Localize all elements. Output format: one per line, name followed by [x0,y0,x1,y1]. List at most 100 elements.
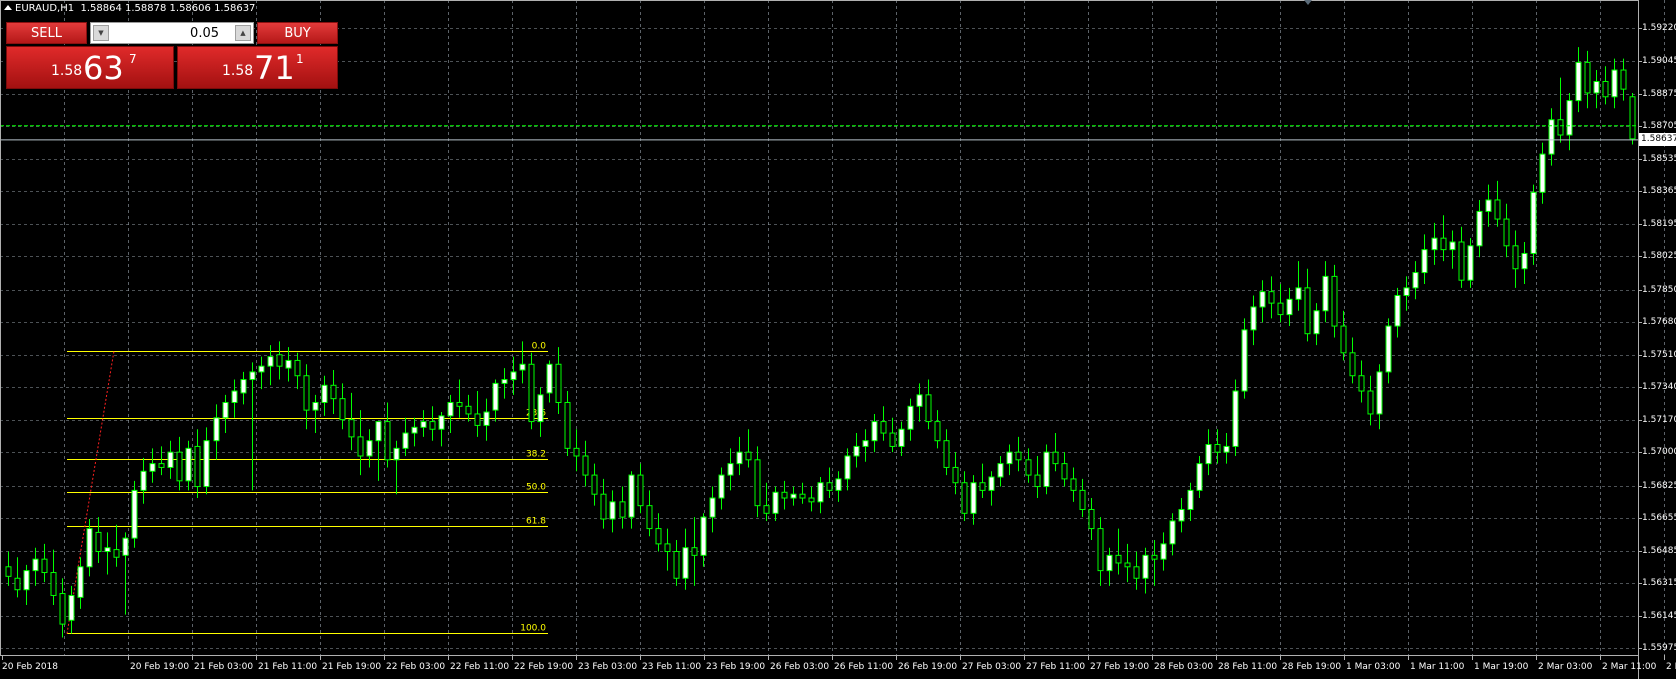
candle [1133,551,1140,590]
bull-candle-body [700,516,707,556]
candle [1467,238,1474,288]
candle [808,486,815,512]
time-tick-label: 26 Feb 19:00 [898,662,958,672]
bull-candle-body [1476,210,1483,247]
bear-candle-body [528,363,535,423]
bull-candle-body [1295,287,1302,300]
bull-candle-body [835,478,842,491]
bull-candle-body [1160,543,1167,560]
candle [1421,234,1428,285]
candle [1070,467,1077,502]
price-tick-label: 1.58875 [1642,88,1676,99]
volume-decrease-button[interactable]: ▼ [93,25,109,41]
candle [1593,70,1600,109]
bear-candle-body [303,375,310,411]
bear-candle-body [294,359,301,377]
candle [772,486,779,521]
collapse-triangle-icon[interactable] [4,5,12,10]
bull-candle-body [1431,237,1438,251]
bear-candle-body [1440,237,1447,251]
candle [943,429,950,476]
price-tick-label: 1.56315 [1642,577,1676,588]
bear-candle-body [934,421,941,442]
bull-candle-body [1593,80,1600,94]
bull-candle-body [86,528,93,568]
time-tick-label: 27 Feb 19:00 [1090,662,1150,672]
candle [1079,478,1086,518]
candle [1160,532,1167,571]
candle [41,543,48,583]
price-tick-label: 1.56825 [1642,480,1676,491]
bull-candle-body [321,384,328,403]
time-tick-label: 26 Feb 03:00 [770,662,830,672]
bear-candle-body [745,451,752,461]
bear-candle-body [1070,478,1077,491]
candle [970,475,977,525]
bull-candle-body [1006,451,1013,465]
bull-candle-body [312,401,319,411]
candle [1034,455,1041,499]
price-tick-label: 1.59220 [1642,22,1676,33]
bull-candle-body [420,421,427,428]
bear-candle-body [925,394,932,423]
candle [1367,375,1374,426]
bear-candle-body [1367,390,1374,415]
buy-button[interactable]: BUY [257,22,338,44]
candle [1494,180,1501,227]
bull-candle-body [1394,294,1401,327]
candle [619,486,626,529]
bear-candle-body [673,551,680,579]
bull-candle-body [1178,508,1185,522]
ohlc-label: 1.58864 1.58878 1.58606 1.58637 [80,3,256,14]
fib-level-label: 61.8 [526,517,546,527]
bear-candle-body [1052,451,1059,465]
candle [880,406,887,441]
candle [438,412,445,447]
candlestick-series [5,47,1636,638]
candle [1006,444,1013,476]
buy-price-button[interactable]: 1.58 71 1 [177,46,338,89]
candle [1530,184,1537,265]
price-tick-label: 1.58365 [1642,185,1676,196]
time-tick-label: 1 Mar 03:00 [1346,662,1401,672]
sell-button[interactable]: SELL [6,22,87,44]
bull-candle-body [907,405,914,430]
candle [1449,230,1456,269]
bull-candle-body [213,417,220,442]
time-tick-label: 26 Feb 11:00 [834,662,894,672]
candle [1566,92,1573,151]
bull-candle-body [844,455,851,480]
bear-candle-body [1061,463,1068,480]
volume-increase-button[interactable]: ▲ [235,25,251,41]
bear-candle-body [952,466,959,484]
volume-input[interactable] [111,24,219,42]
candle [1476,199,1483,258]
bull-candle-body [104,547,111,553]
bear-candle-body [330,384,337,400]
bear-candle-body [582,455,589,476]
candle [258,356,265,390]
candle [862,429,869,462]
candle [501,368,508,399]
bull-candle-body [609,501,616,520]
bull-candle-body [1412,272,1419,289]
bear-candle-body [384,421,391,461]
bear-candle-body [1620,69,1627,90]
price-chart[interactable]: 0.023.638.250.061.8100.0 [0,0,1676,679]
fib-level-label: 0.0 [532,342,547,352]
candle [691,517,698,586]
candle [609,490,616,533]
bull-candle-body [510,371,517,381]
candle [546,360,553,403]
candle [384,402,391,468]
candle [573,429,580,472]
bear-candle-body [456,401,463,407]
candle [1286,287,1293,327]
buy-price-prefix: 1.58 [222,63,254,79]
bear-candle-body [1503,218,1510,247]
candle [1331,264,1338,338]
bull-candle-body [438,415,445,430]
sell-price-button[interactable]: 1.58 63 7 [6,46,174,89]
bull-candle-body [23,570,30,591]
bull-candle-body [1530,191,1537,254]
